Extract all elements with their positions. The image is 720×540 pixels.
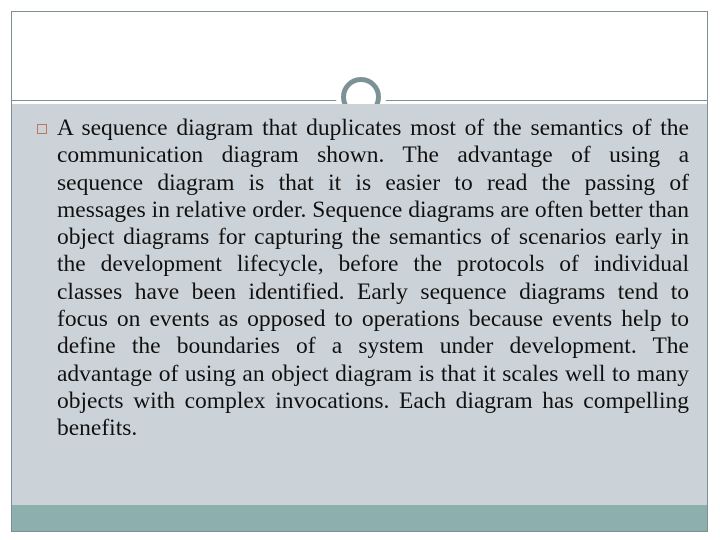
list-item: A sequence diagram that duplicates most … xyxy=(37,115,689,470)
presentation-slide: A sequence diagram that duplicates most … xyxy=(0,0,720,540)
slide-body-area: A sequence diagram that duplicates most … xyxy=(12,104,707,505)
square-outline-bullet-icon xyxy=(37,124,47,134)
footer-accent-bar xyxy=(12,505,707,532)
bullet-text: A sequence diagram that duplicates most … xyxy=(57,115,689,442)
bullet-list: A sequence diagram that duplicates most … xyxy=(37,115,689,470)
